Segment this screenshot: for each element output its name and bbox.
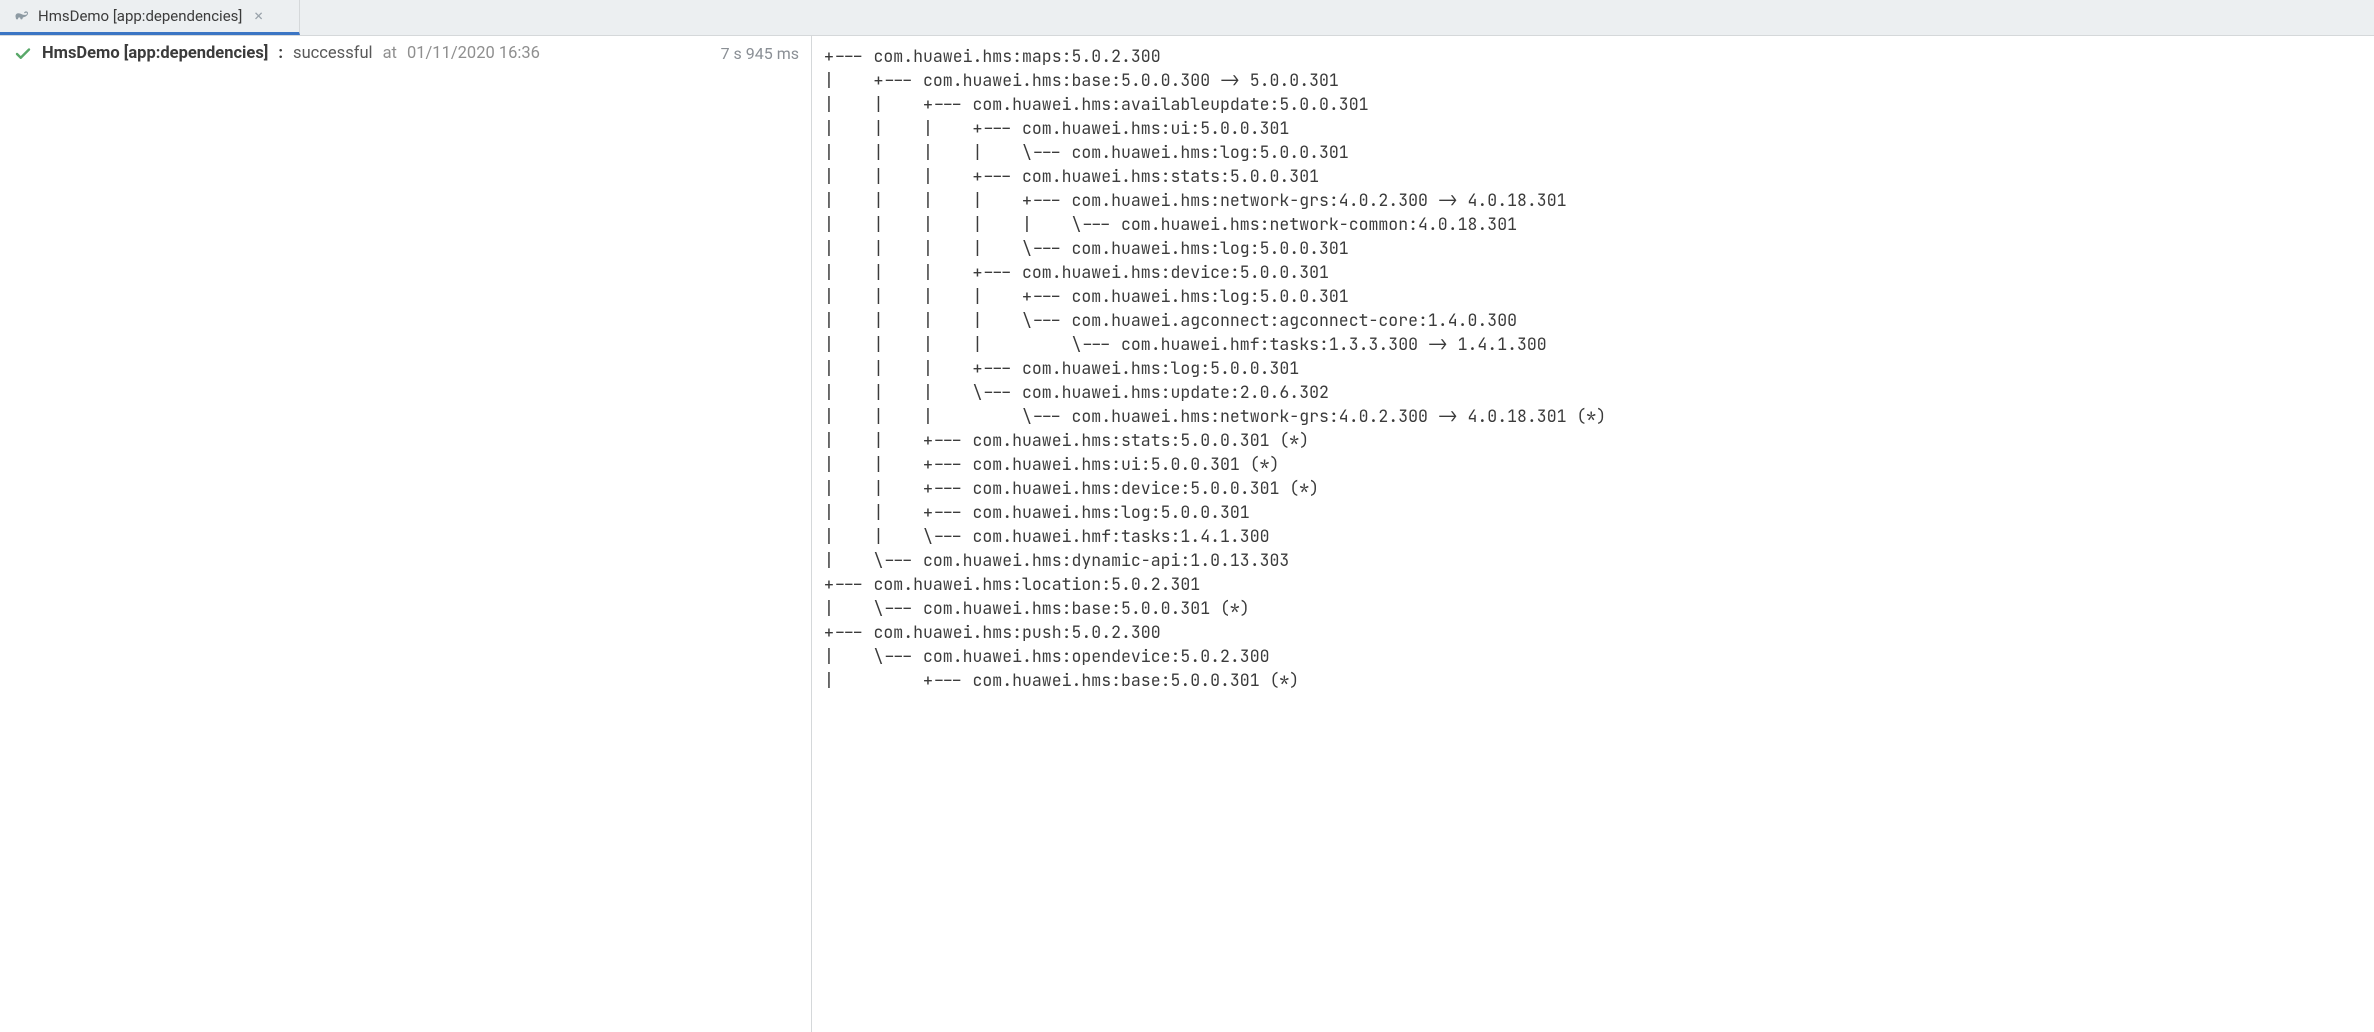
check-icon: [14, 45, 32, 63]
task-at-word: at: [383, 44, 397, 63]
task-title: HmsDemo [app:dependencies]: [42, 44, 268, 63]
task-status: successful: [293, 44, 373, 63]
close-icon[interactable]: ×: [254, 8, 263, 24]
tab-gradle-task[interactable]: HmsDemo [app:dependencies] ×: [0, 0, 300, 35]
task-row[interactable]: HmsDemo [app:dependencies]: successful a…: [14, 44, 799, 63]
content-area: HmsDemo [app:dependencies]: successful a…: [0, 36, 2374, 1032]
task-separator: :: [278, 44, 283, 63]
tab-label: HmsDemo [app:dependencies]: [38, 7, 242, 25]
tab-bar: HmsDemo [app:dependencies] ×: [0, 0, 2374, 36]
dependency-tree-output: +--- com.huawei.hms:maps:5.0.2.300 | +--…: [824, 44, 2374, 692]
task-timestamp: 01/11/2020 16:36: [407, 44, 540, 63]
console-output-pane[interactable]: +--- com.huawei.hms:maps:5.0.2.300 | +--…: [812, 36, 2374, 1032]
elephant-icon: [14, 8, 30, 24]
task-duration: 7 s 945 ms: [721, 44, 799, 63]
task-list-pane: HmsDemo [app:dependencies]: successful a…: [0, 36, 812, 1032]
